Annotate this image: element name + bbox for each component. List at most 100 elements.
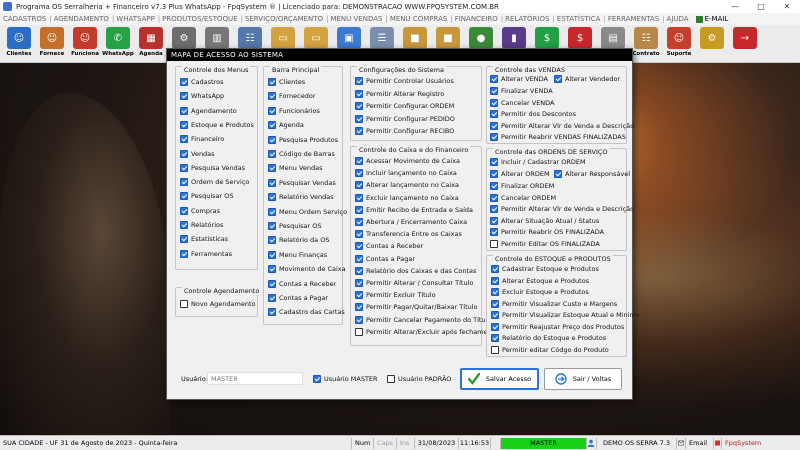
checkbox-permitir-alterar-vlr-de-venda-e-descricao[interactable]: Permitir Alterar Vlr de Venda e Descriçã… bbox=[490, 120, 634, 132]
checkbox[interactable] bbox=[490, 228, 498, 236]
toolbar-button-exit[interactable]: → bbox=[729, 25, 761, 61]
checkbox-permitir-reabrir-os-finalizada[interactable]: Permitir Reabrir OS FINALIZADA bbox=[490, 226, 604, 238]
close-button[interactable]: ✕ bbox=[774, 0, 800, 13]
menu-item-menu-compras[interactable]: MENU COMPRAS bbox=[390, 15, 448, 23]
checkbox[interactable] bbox=[180, 163, 188, 172]
menu-item-financeiro[interactable]: FINANCEIRO bbox=[455, 15, 498, 23]
menu-item-produtos-estoque[interactable]: PRODUTOS/ESTOQUE bbox=[162, 15, 237, 23]
checkbox-permitir-controlar-usuarios[interactable]: Permitir Controlar Usuários bbox=[355, 75, 454, 87]
checkbox[interactable] bbox=[355, 157, 363, 165]
toolbar-button-fornece[interactable]: ☺ Fornece bbox=[36, 25, 68, 61]
checkbox-acessar-movimento-de-caixa[interactable]: Acessar Movimento de Caixa bbox=[355, 155, 460, 167]
checkbox[interactable] bbox=[355, 218, 363, 226]
checkbox[interactable] bbox=[268, 92, 276, 101]
checkbox[interactable] bbox=[268, 250, 276, 259]
checkbox[interactable] bbox=[355, 266, 363, 275]
minimize-button[interactable]: — bbox=[722, 0, 748, 13]
usuario-master-checkbox[interactable]: Usuário MASTER bbox=[313, 373, 378, 385]
checkbox[interactable] bbox=[180, 192, 188, 201]
checkbox-pesquisar-os[interactable]: Pesquisar OS bbox=[180, 190, 233, 202]
checkbox-fornecedor[interactable]: Fornecedor bbox=[268, 90, 316, 102]
checkbox[interactable] bbox=[491, 322, 499, 331]
checkbox[interactable] bbox=[490, 170, 498, 178]
checkbox[interactable] bbox=[355, 193, 363, 202]
checkbox[interactable] bbox=[180, 106, 188, 115]
checkbox-relatorios[interactable]: Relatórios bbox=[180, 219, 223, 231]
checkbox[interactable] bbox=[180, 135, 188, 144]
status-email[interactable]: Email bbox=[686, 437, 714, 449]
checkbox[interactable] bbox=[268, 222, 276, 230]
checkbox-codigo-de-barras[interactable]: Código de Barras bbox=[268, 148, 335, 160]
checkbox[interactable] bbox=[268, 150, 276, 158]
checkbox[interactable] bbox=[268, 207, 276, 216]
checkbox-estatisticas[interactable]: Estatísticas bbox=[180, 233, 228, 245]
checkbox-permitir-editar-codgo-do-produto[interactable]: Permitir editar Códgo do Produto bbox=[491, 344, 609, 356]
checkbox-alterar-responsavel[interactable]: Alterar Responsável bbox=[554, 168, 630, 180]
checkbox[interactable] bbox=[180, 221, 188, 229]
checkbox[interactable] bbox=[268, 164, 276, 173]
checkbox-relatorio-da-os[interactable]: Relatório da OS bbox=[268, 234, 329, 246]
checkbox-alterar-venda[interactable]: Alterar VENDA bbox=[490, 73, 548, 85]
checkbox[interactable] bbox=[180, 149, 188, 158]
checkbox-compras[interactable]: Compras bbox=[180, 205, 220, 217]
checkbox-pesquisa-produtos[interactable]: Pesquisa Produtos bbox=[268, 134, 338, 146]
checkbox-relatorio-dos-caixas-e-das-contas[interactable]: Relatório dos Caixas e das Contas bbox=[355, 265, 476, 277]
checkbox-alterar-situacao-atual-status[interactable]: Alterar Situação Atual / Status bbox=[490, 215, 599, 227]
checkbox[interactable] bbox=[554, 170, 562, 178]
checkbox-excluir-lancamento-no-caixa[interactable]: Excluir lançamento no Caixa bbox=[355, 192, 459, 204]
exit-button[interactable]: Sair / Voltas bbox=[544, 368, 622, 390]
checkbox-permitir-alterar-registro[interactable]: Permitir Alterar Registro bbox=[355, 88, 444, 100]
checkbox[interactable] bbox=[490, 98, 498, 107]
checkbox-permitir-excluir-titulo[interactable]: Permitir Excluir Título bbox=[355, 289, 436, 301]
checkbox[interactable] bbox=[355, 181, 363, 190]
checkbox-clientes[interactable]: Clientes bbox=[268, 76, 305, 88]
checkbox[interactable] bbox=[490, 133, 498, 141]
checkbox[interactable] bbox=[268, 294, 276, 302]
checkbox[interactable] bbox=[268, 121, 276, 130]
checkbox[interactable] bbox=[180, 120, 188, 129]
menu-item-ferramentas[interactable]: FERRAMENTAS bbox=[608, 15, 659, 23]
checkbox[interactable] bbox=[180, 300, 188, 308]
menu-item-menu-vendas[interactable]: MENU VENDAS bbox=[330, 15, 382, 23]
checkbox[interactable] bbox=[180, 78, 188, 86]
checkbox-contas-a-pagar[interactable]: Contas a Pagar bbox=[355, 253, 415, 265]
checkbox-incluir-ordem[interactable]: Incluir / Cadastrar ORDEM bbox=[490, 156, 586, 168]
checkbox-cancelar-venda[interactable]: Cancelar VENDA bbox=[490, 97, 555, 109]
checkbox-relatorio-vendas[interactable]: Relatório Vendas bbox=[268, 191, 334, 203]
checkbox-cadastrar-estoque-e-produtos[interactable]: Cadastrar Estoque e Produtos bbox=[491, 263, 599, 275]
checkbox[interactable] bbox=[268, 135, 276, 144]
checkbox[interactable] bbox=[355, 205, 363, 214]
checkbox[interactable] bbox=[268, 106, 276, 115]
usuario-padrao-checkbox[interactable]: Usuário PADRÃO bbox=[387, 373, 451, 385]
checkbox[interactable] bbox=[355, 89, 363, 98]
checkbox[interactable] bbox=[490, 75, 498, 83]
checkbox[interactable] bbox=[355, 303, 363, 312]
checkbox-contas-a-receber[interactable]: Contas a Receber bbox=[355, 240, 423, 252]
checkbox[interactable] bbox=[355, 102, 363, 110]
checkbox[interactable] bbox=[490, 182, 498, 190]
checkbox[interactable] bbox=[490, 216, 498, 225]
checkbox[interactable] bbox=[268, 193, 276, 202]
checkbox-incluir-lancamento-no-caixa[interactable]: Incluir lançamento no Caixa bbox=[355, 167, 457, 179]
menu-item-servi-o-or-amento[interactable]: SERVIÇO/ORÇAMENTO bbox=[245, 15, 323, 23]
checkbox-financeiro[interactable]: Financeiro bbox=[180, 133, 224, 145]
toolbar-button-funciona[interactable]: ☺ Funciona bbox=[69, 25, 101, 61]
checkbox[interactable] bbox=[180, 178, 188, 187]
checkbox-menu-vendas[interactable]: Menu Vendas bbox=[268, 162, 322, 174]
checkbox[interactable] bbox=[268, 178, 276, 187]
checkbox[interactable] bbox=[180, 235, 188, 244]
checkbox[interactable] bbox=[490, 87, 498, 95]
toolbar-button-contrato[interactable]: ☷ Contrato bbox=[630, 25, 662, 61]
checkbox[interactable] bbox=[268, 236, 276, 245]
checkbox-funcionarios[interactable]: Funcionários bbox=[268, 105, 320, 117]
checkbox-menu-financas[interactable]: Menu Finanças bbox=[268, 249, 327, 261]
checkbox[interactable] bbox=[490, 239, 498, 248]
checkbox[interactable] bbox=[268, 279, 276, 288]
checkbox[interactable] bbox=[355, 169, 363, 178]
checkbox-cadastros[interactable]: Cadastros bbox=[180, 76, 223, 88]
checkbox[interactable] bbox=[491, 334, 499, 342]
checkbox[interactable] bbox=[491, 276, 499, 285]
checkbox-permitir-pagar-quitar-baixar-titulo[interactable]: Permitir Pagar/Quitar/Baixar Título bbox=[355, 301, 478, 313]
checkbox[interactable] bbox=[268, 265, 276, 274]
checkbox[interactable] bbox=[180, 206, 188, 215]
